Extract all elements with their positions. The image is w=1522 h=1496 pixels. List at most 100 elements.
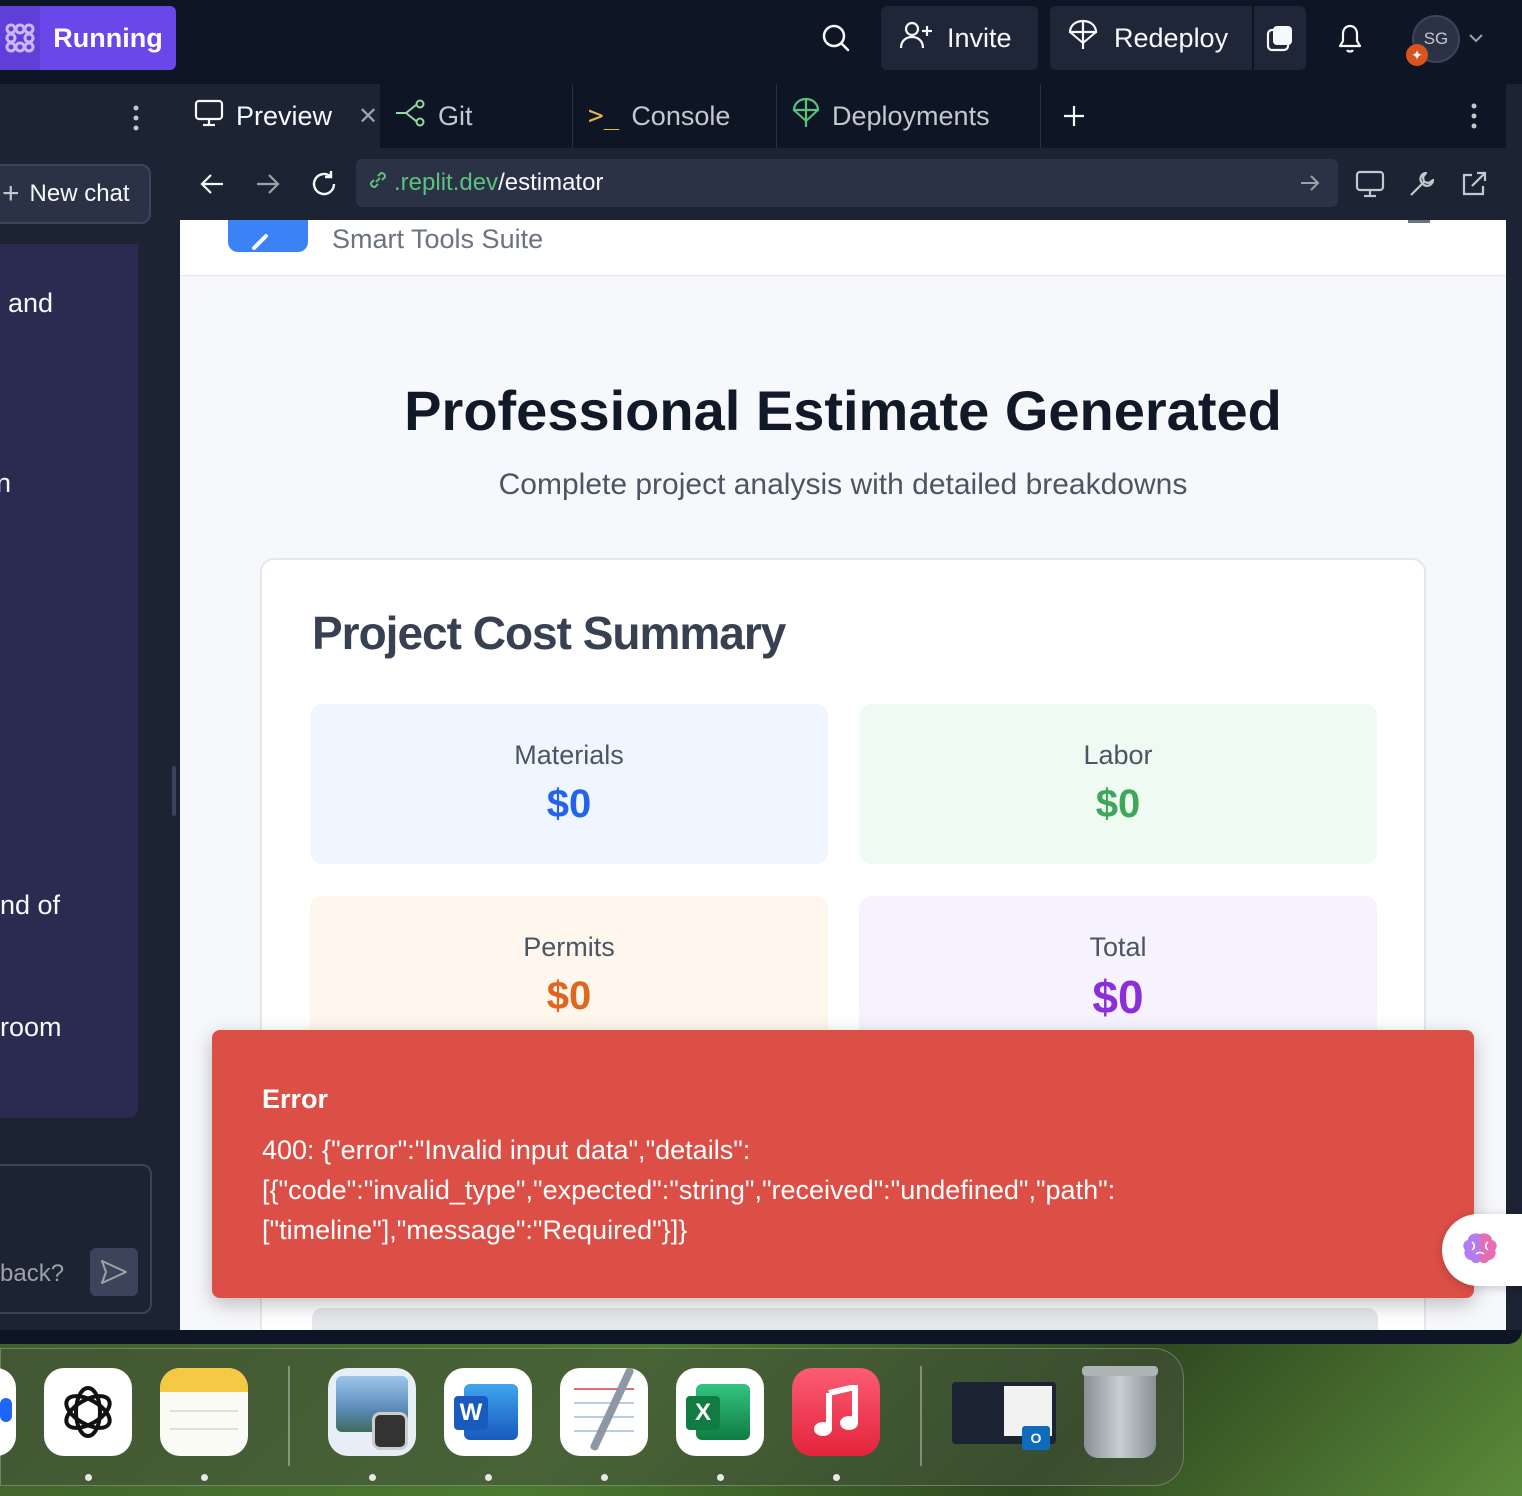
url-path: /estimator (498, 169, 604, 196)
page-title: Professional Estimate Generated (404, 379, 1282, 442)
tab-label: Preview (236, 100, 333, 131)
go-arrow-icon[interactable] (1296, 169, 1324, 197)
tab-divider (572, 84, 573, 148)
running-indicator (369, 1474, 376, 1481)
redeploy-label: Redeploy (1114, 22, 1229, 53)
invite-button[interactable]: Invite (881, 6, 1038, 70)
labor-cost-tile: Labor $0 (859, 704, 1377, 864)
cost-label: Permits (523, 932, 615, 962)
running-indicator (201, 1474, 208, 1481)
back-arrow-icon[interactable] (194, 166, 230, 202)
forward-arrow-icon[interactable] (250, 166, 286, 202)
chat-text-fragment: and (8, 288, 54, 318)
ai-assistant-button[interactable] (1442, 1214, 1522, 1286)
error-message: 400: {"error":"Invalid input data","deta… (262, 1135, 1116, 1245)
terminal-icon: >_ (588, 101, 620, 131)
chat-text-fragment: n (0, 468, 12, 498)
dock-app-chatgpt[interactable] (44, 1368, 132, 1456)
device-preview-icon[interactable] (1352, 166, 1388, 202)
cost-value: $0 (546, 782, 592, 826)
agent-chat-panel: + New chat and n nd of room back? (0, 84, 176, 1330)
cost-value: $0 (1092, 971, 1144, 1023)
running-status-button[interactable]: Running (40, 6, 176, 70)
monitor-icon (194, 99, 224, 134)
send-button[interactable] (90, 1248, 138, 1296)
more-options-icon[interactable] (1462, 98, 1486, 134)
dock-separator (920, 1366, 922, 1466)
materials-cost-tile: Materials $0 (310, 704, 828, 864)
tab-label: Deployments (832, 100, 990, 131)
cost-label: Total (1089, 932, 1147, 962)
wrench-icon[interactable] (1404, 166, 1440, 202)
running-indicator (717, 1474, 724, 1481)
tab-deployments[interactable]: Deployments (778, 84, 1040, 148)
deploy-icon (1068, 19, 1098, 58)
app-subtitle: Smart Tools Suite (332, 224, 544, 254)
dock-app-music[interactable] (792, 1368, 880, 1456)
summary-title: Project Cost Summary (312, 607, 786, 659)
next-section-placeholder (312, 1308, 1378, 1330)
tab-preview[interactable]: Preview ✕ (180, 84, 380, 148)
tab-divider (776, 84, 777, 148)
dock-app-excel[interactable]: X (676, 1368, 764, 1456)
reload-icon[interactable] (306, 166, 342, 202)
deploy-icon (792, 97, 820, 136)
app-logo-icon[interactable] (228, 220, 308, 252)
git-branch-icon (394, 99, 426, 134)
deployment-panel-icon[interactable] (1254, 6, 1306, 70)
dock-app-preview[interactable] (328, 1368, 416, 1456)
preview-nav-bar: .replit.dev/estimator (180, 148, 1506, 220)
chat-message-card (0, 244, 138, 1118)
error-title: Error (262, 1084, 329, 1114)
dock-app-textedit[interactable] (560, 1368, 648, 1456)
tab-git[interactable]: Git (380, 84, 572, 148)
dock-minimized-window[interactable]: O (952, 1382, 1056, 1450)
close-icon[interactable]: ✕ (358, 102, 378, 131)
replit-logo-icon[interactable] (0, 6, 40, 70)
menu-icon[interactable] (1408, 220, 1430, 223)
redeploy-button[interactable]: Redeploy (1050, 6, 1252, 70)
search-icon[interactable] (812, 14, 860, 62)
more-options-icon[interactable] (124, 100, 148, 136)
open-external-icon[interactable] (1456, 166, 1492, 202)
cost-value: $0 (546, 974, 592, 1018)
running-indicator (601, 1474, 608, 1481)
tab-label: Console (631, 100, 731, 131)
url-bar[interactable]: .replit.dev/estimator (356, 159, 1338, 207)
dock-trash[interactable] (1076, 1360, 1166, 1460)
chat-text-fragment: room (0, 1012, 62, 1042)
chat-text-fragment: nd of (0, 890, 61, 920)
sparkle-badge-icon: ✦ (1406, 44, 1428, 66)
link-icon (366, 168, 390, 199)
cost-label: Labor (1083, 740, 1153, 770)
workspace-tab-bar: Preview ✕ Git >_ Console Deployments (180, 84, 1506, 148)
dock-separator (288, 1366, 290, 1466)
add-user-icon (899, 20, 933, 57)
dock-app-notes[interactable] (160, 1368, 248, 1456)
dock-app-partial[interactable] (0, 1368, 16, 1456)
window-bottom-edge (0, 1330, 1522, 1344)
running-indicator (85, 1474, 92, 1481)
app-header: Smart Tools Suite (180, 220, 1506, 276)
tab-divider (1040, 84, 1041, 148)
new-chat-button[interactable]: + New chat (0, 164, 151, 224)
page-subtitle: Complete project analysis with detailed … (498, 468, 1188, 501)
plus-icon: + (2, 177, 20, 210)
panel-resize-handle[interactable] (172, 766, 176, 816)
running-indicator (485, 1474, 492, 1481)
url-domain: .replit.dev (394, 169, 499, 196)
cost-label: Materials (514, 740, 624, 770)
top-bar: Running Invite Redeploy SG ✦ (0, 0, 1522, 84)
running-indicator (833, 1474, 840, 1481)
error-toast[interactable]: Error 400: {"error":"Invalid input data"… (212, 1030, 1474, 1298)
invite-label: Invite (947, 22, 1012, 53)
dock-app-word[interactable]: W (444, 1368, 532, 1456)
notifications-bell-icon[interactable] (1326, 14, 1374, 62)
new-chat-label: New chat (29, 180, 130, 207)
tab-console[interactable]: >_ Console (574, 84, 774, 148)
cost-value: $0 (1095, 782, 1141, 826)
chat-input-placeholder: back? (0, 1260, 65, 1287)
new-tab-plus-icon[interactable] (1052, 94, 1096, 138)
brain-icon (1460, 1230, 1500, 1271)
chevron-down-icon[interactable] (1466, 26, 1486, 50)
